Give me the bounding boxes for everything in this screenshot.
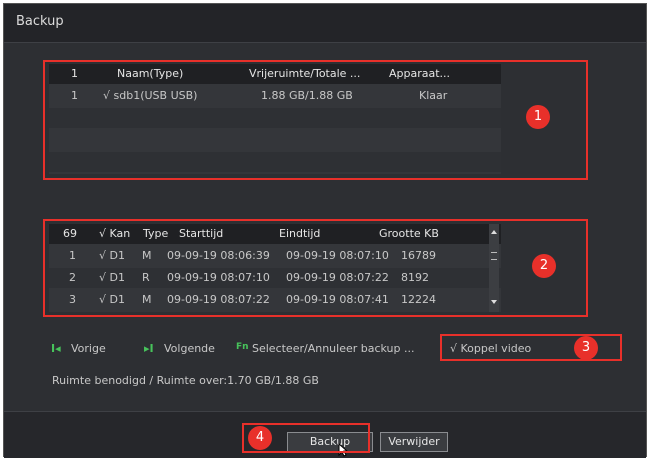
highlight-box-2 [43, 219, 588, 317]
highlight-box-1 [43, 60, 588, 180]
badge-4: 4 [248, 426, 272, 450]
prev-button[interactable]: Vorige [71, 342, 106, 355]
badge-1: 1 [526, 105, 550, 129]
backup-window: Backup 1 Naam(Type) Vrijeruimte/Totale .… [3, 3, 647, 458]
title-bar: Backup [4, 4, 646, 43]
space-info: Ruimte benodigd / Ruimte over:1.70 GB/1.… [52, 374, 319, 387]
badge-2: 2 [532, 254, 556, 278]
next-key-icon: ▸I [144, 342, 154, 355]
fn-key-icon: Fn [236, 342, 249, 352]
prev-key-icon: I◂ [51, 342, 61, 355]
badge-3: 3 [574, 336, 598, 360]
next-button[interactable]: Volgende [164, 342, 215, 355]
select-backup-button[interactable]: Selecteer/Annuleer backup ... [252, 342, 415, 355]
delete-button[interactable]: Verwijder [380, 432, 448, 452]
window-title: Backup [16, 14, 64, 29]
